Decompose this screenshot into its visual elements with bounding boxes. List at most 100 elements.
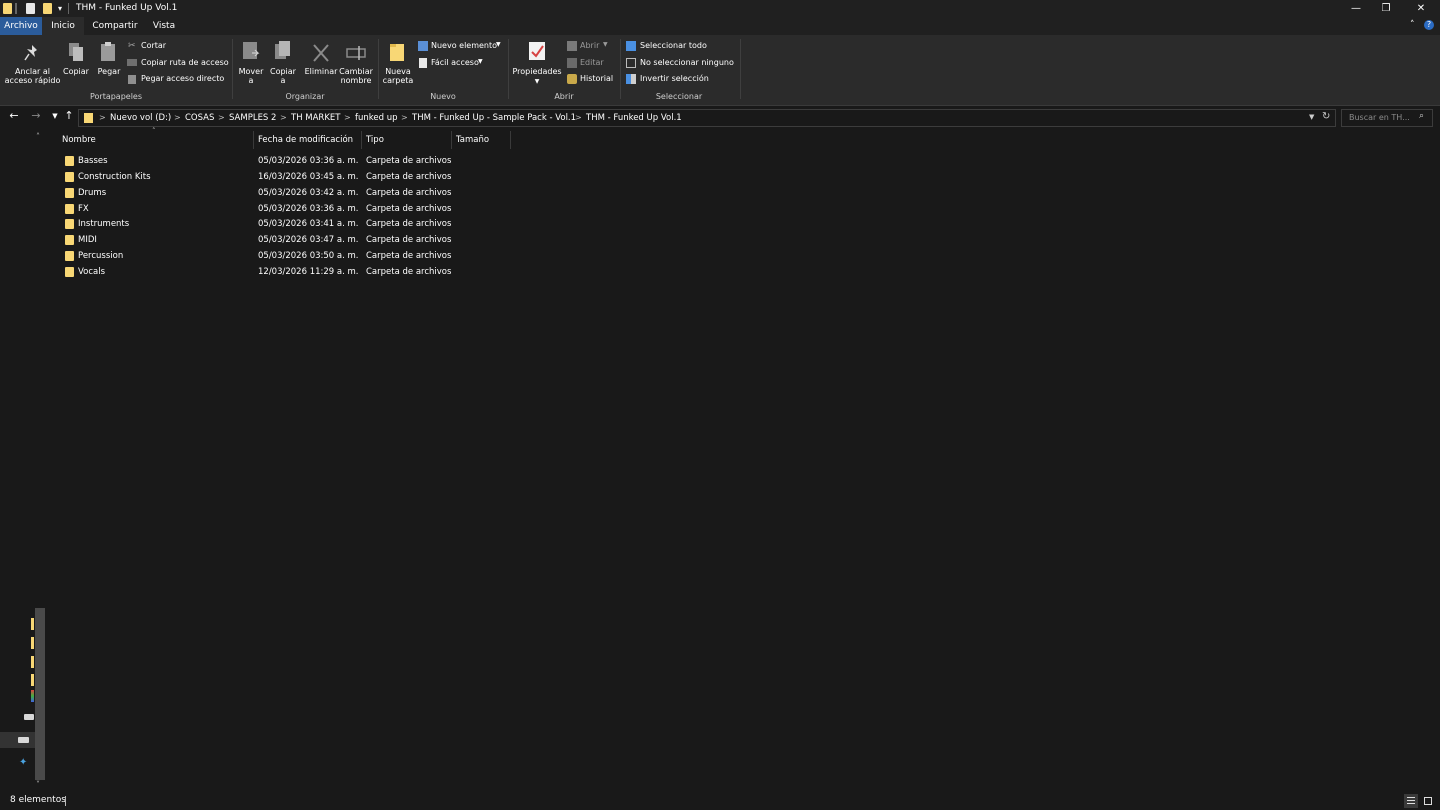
file-date: 05/03/2026 03:36 a. m.	[258, 156, 359, 166]
copy-path-label: Copiar ruta de acceso	[141, 58, 229, 67]
breadcrumb-item[interactable]: funked up	[355, 113, 398, 123]
select-none-label: No seleccionar ninguno	[640, 58, 734, 67]
close-button[interactable]: ✕	[1404, 0, 1438, 17]
paste-shortcut-icon	[128, 75, 136, 84]
group-title-abrir: Abrir	[554, 92, 574, 101]
file-name: Drums	[78, 188, 107, 198]
nav-drive-icon[interactable]	[24, 714, 34, 720]
breadcrumb-item[interactable]: TH MARKET	[291, 113, 340, 123]
paste-label: Pegar	[97, 67, 121, 76]
select-none-icon	[626, 58, 636, 68]
sort-ascending-icon: ˄	[152, 127, 156, 135]
drive-icon	[18, 737, 29, 743]
column-header-type[interactable]: Tipo	[366, 135, 384, 145]
column-header-name[interactable]: Nombre	[62, 135, 96, 145]
back-button[interactable]: ←	[7, 109, 21, 123]
column-divider[interactable]	[253, 131, 254, 149]
folder-icon	[65, 204, 74, 214]
file-row[interactable]: Construction Kits 16/03/2026 03:45 a. m.…	[60, 170, 460, 185]
details-view-button[interactable]	[1404, 794, 1418, 808]
recent-locations-button[interactable]: ▼	[48, 109, 62, 123]
paste-icon	[101, 42, 115, 61]
file-type: Carpeta de archivos	[366, 267, 452, 277]
help-icon[interactable]: ?	[1424, 20, 1434, 30]
tab-vista[interactable]: Vista	[146, 17, 182, 35]
address-bar[interactable]: > Nuevo vol (D:) > COSAS > SAMPLES 2 > T…	[78, 109, 1336, 127]
file-row[interactable]: Drums 05/03/2026 03:42 a. m. Carpeta de …	[60, 186, 460, 201]
folder-icon	[65, 156, 74, 166]
column-header-size[interactable]: Tamaño	[456, 135, 489, 145]
column-header-date[interactable]: Fecha de modificación	[258, 135, 353, 145]
navigation-scrollbar-thumb[interactable]	[35, 608, 45, 780]
nav-folder-icon[interactable]	[31, 674, 34, 686]
pin-icon	[24, 45, 37, 61]
nav-folder-icon[interactable]	[31, 618, 34, 630]
column-divider[interactable]	[361, 131, 362, 149]
new-folder-label-1: Nueva	[385, 67, 411, 76]
search-input[interactable]: Buscar en TH... ⌕	[1341, 109, 1433, 127]
column-divider[interactable]	[510, 131, 511, 149]
pin-label-1: Anclar al	[14, 67, 51, 76]
group-separator	[740, 39, 741, 99]
nav-selected-drive[interactable]	[0, 732, 35, 748]
scroll-up-arrow-icon[interactable]: ˄	[36, 132, 40, 141]
folder-icon	[65, 172, 74, 182]
breadcrumb-separator: >	[174, 113, 181, 122]
nav-folder-icon[interactable]	[31, 637, 34, 649]
nav-folder-icon[interactable]	[31, 656, 34, 668]
breadcrumb-separator: >	[218, 113, 225, 122]
group-separator	[232, 39, 233, 99]
breadcrumb-item[interactable]: COSAS	[185, 113, 214, 123]
status-bar: 8 elementos	[0, 793, 1440, 810]
history-icon	[567, 74, 577, 84]
breadcrumb-item[interactable]: SAMPLES 2	[229, 113, 276, 123]
scroll-down-arrow-icon[interactable]: ˅	[36, 780, 40, 789]
nav-library-icon[interactable]	[31, 690, 34, 702]
breadcrumb-item[interactable]: Nuevo vol (D:)	[110, 113, 171, 123]
delete-icon	[313, 44, 329, 62]
file-row[interactable]: Basses 05/03/2026 03:36 a. m. Carpeta de…	[60, 154, 460, 169]
collapse-ribbon-icon[interactable]: ˄	[1410, 20, 1415, 30]
breadcrumb-item[interactable]: THM - Funked Up Vol.1	[586, 113, 682, 123]
maximize-button[interactable]: ❐	[1369, 0, 1403, 17]
new-item-label: Nuevo elemento	[431, 41, 498, 50]
large-icons-view-button[interactable]	[1421, 794, 1435, 808]
properties-label: Propiedades	[512, 67, 562, 76]
properties-quick-icon[interactable]	[26, 3, 35, 14]
forward-button[interactable]: →	[29, 109, 43, 123]
file-date: 12/03/2026 11:29 a. m.	[258, 267, 359, 277]
nav-network-icon[interactable]: ✦	[19, 757, 30, 768]
address-row: ← → ▼ ↑ > Nuevo vol (D:) > COSAS > SAMPL…	[0, 106, 1440, 128]
file-name: Instruments	[78, 219, 130, 229]
refresh-icon[interactable]: ↻	[1322, 111, 1330, 122]
address-history-dropdown-icon[interactable]: ▼	[1309, 113, 1314, 121]
file-row[interactable]: Percussion 05/03/2026 03:50 a. m. Carpet…	[60, 249, 460, 264]
dropdown-arrow-icon: ▼	[603, 41, 608, 48]
search-placeholder: Buscar en TH...	[1349, 113, 1410, 122]
group-title-nuevo: Nuevo	[430, 92, 456, 101]
tab-compartir[interactable]: Compartir	[86, 17, 144, 35]
file-type: Carpeta de archivos	[366, 188, 452, 198]
file-date: 16/03/2026 03:45 a. m.	[258, 172, 359, 182]
file-row[interactable]: Vocals 12/03/2026 11:29 a. m. Carpeta de…	[60, 265, 460, 280]
column-divider[interactable]	[451, 131, 452, 149]
history-label: Historial	[580, 74, 614, 83]
file-row[interactable]: MIDI 05/03/2026 03:47 a. m. Carpeta de a…	[60, 233, 460, 248]
move-to-label-1: Mover	[238, 67, 264, 76]
new-folder-label-2: carpeta	[382, 76, 414, 85]
breadcrumb-separator: >	[280, 113, 287, 122]
customize-toolbar-icon[interactable]: ▾	[58, 3, 67, 14]
folder-icon	[65, 235, 74, 245]
search-icon: ⌕	[1419, 111, 1425, 121]
folder-icon	[3, 3, 12, 14]
breadcrumb-item[interactable]: THM - Funked Up - Sample Pack - Vol.1	[412, 113, 576, 123]
minimize-button[interactable]: —	[1339, 0, 1373, 17]
tab-inicio[interactable]: Inicio	[42, 17, 84, 35]
new-folder-quick-icon[interactable]	[43, 3, 52, 14]
dropdown-arrow-icon: ▼	[478, 58, 483, 65]
file-row[interactable]: FX 05/03/2026 03:36 a. m. Carpeta de arc…	[60, 202, 460, 217]
tab-archivo[interactable]: Archivo	[0, 17, 42, 35]
file-row[interactable]: Instruments 05/03/2026 03:41 a. m. Carpe…	[60, 217, 460, 232]
pin-label-2: acceso rápido	[4, 76, 61, 85]
up-button[interactable]: ↑	[62, 109, 76, 123]
